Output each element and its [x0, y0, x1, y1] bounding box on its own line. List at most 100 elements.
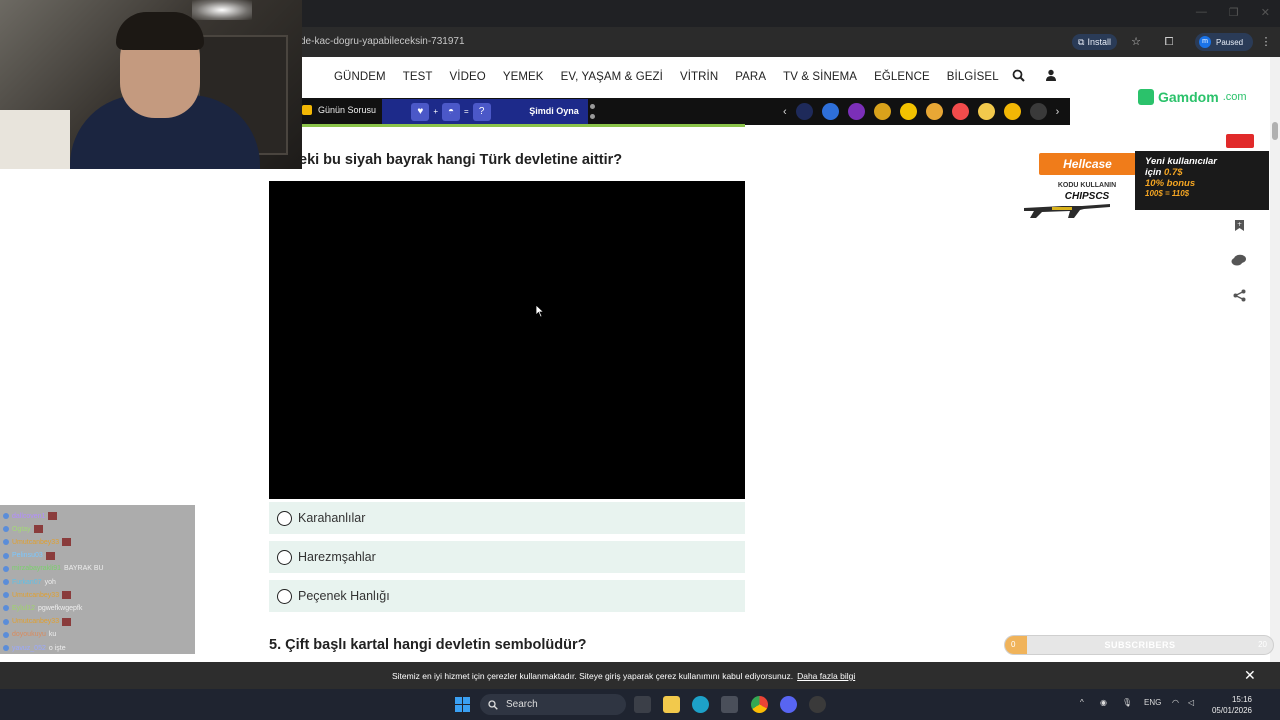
lightbulb-icon [302, 105, 312, 115]
reaction-emoji-icon[interactable] [795, 103, 813, 120]
chat-emote-icon [62, 591, 72, 600]
user-icon[interactable] [1045, 69, 1057, 84]
chat-message: mirzabayrakli91 BAYRAK BU [3, 563, 104, 575]
nav-item[interactable]: BİLGİSEL [947, 71, 999, 83]
file-explorer-icon[interactable] [663, 696, 680, 713]
edge-icon[interactable] [692, 696, 709, 713]
close-icon[interactable]: ✕ [1244, 667, 1256, 684]
reaction-emoji-icon[interactable] [1003, 103, 1021, 120]
url-field[interactable]: de-kac-dogru-yapabileceksin-731971 [300, 36, 465, 47]
question-of-day-label: Günün Sorusu [318, 105, 377, 115]
chevron-left-icon[interactable]: ‹ [783, 106, 787, 118]
share-icon[interactable] [1228, 287, 1250, 309]
page-scrollbar[interactable] [1270, 57, 1280, 662]
radio-button[interactable] [277, 588, 292, 604]
nav-item[interactable]: TV & SİNEMA [783, 71, 857, 83]
chevron-right-icon[interactable]: › [1056, 106, 1060, 118]
volume-icon[interactable]: ◁ [1188, 698, 1194, 707]
chat-emote-icon [33, 525, 43, 534]
profile-avatar: m [1199, 36, 1211, 48]
browser-menu-icon[interactable]: ⋮ [1258, 34, 1274, 50]
bookmark-star-icon[interactable]: ☆ [1128, 34, 1144, 50]
nav-item[interactable]: GÜNDEM [334, 71, 386, 83]
radio-button[interactable] [277, 549, 292, 565]
webcam-overlay [0, 0, 302, 169]
subscriber-count: 0 [1011, 640, 1016, 649]
task-view-icon[interactable] [634, 696, 651, 713]
chrome-icon[interactable] [751, 696, 768, 713]
nav-item[interactable]: VİTRİN [680, 71, 718, 83]
reaction-emoji-icon[interactable] [951, 103, 969, 120]
install-icon: ⧉ [1078, 36, 1085, 47]
emoji-quiz-teaser[interactable]: ♥ + ◓ = ? [382, 99, 520, 124]
svg-text:+: + [1236, 221, 1241, 228]
wifi-icon[interactable]: ◠ [1172, 698, 1179, 707]
nav-item[interactable]: VİDEO [450, 71, 486, 83]
reaction-emoji-icon[interactable] [1029, 103, 1047, 120]
chat-emote-icon [62, 538, 72, 547]
restore-icon[interactable]: ❐ [1229, 6, 1239, 19]
gamdom-sponsor-logo: Gamdom .com [1134, 84, 1266, 110]
answer-label: Karahanlılar [298, 511, 366, 525]
question-of-day-link[interactable]: Günün Sorusu [302, 105, 376, 115]
chat-badge-icon [3, 645, 9, 651]
chat-username: Eylul12 [12, 604, 35, 612]
cookie-more-link[interactable]: Daha fazla bilgi [797, 671, 855, 681]
language-indicator[interactable]: ENG [1144, 698, 1161, 707]
promo-line-3: 10% bonus [1145, 178, 1196, 189]
reaction-emoji-icon[interactable] [821, 103, 839, 120]
taskbar-search[interactable]: Search [480, 694, 626, 715]
microphone-icon[interactable]: 🎙 [1122, 698, 1132, 707]
chat-message: Furkan07 yoh [3, 576, 56, 588]
tray-discord-icon[interactable]: ◉ [1100, 698, 1107, 707]
play-now-button[interactable]: Şimdi Oyna [520, 99, 588, 124]
chat-username: Pelinsu03 [12, 552, 43, 560]
chat-username: Umutcanbey33 [12, 591, 60, 599]
scrollbar-thumb[interactable] [1272, 122, 1278, 140]
rifle-icon [1024, 204, 1110, 218]
subscriber-goal-bar: SUBSCRIBERS 0 20 [1004, 635, 1274, 655]
comment-icon[interactable] [1228, 252, 1250, 274]
answer-option[interactable]: Karahanlılar [269, 502, 745, 534]
reaction-emoji-icon[interactable] [847, 103, 865, 120]
windows-start-icon[interactable] [455, 697, 470, 712]
minimize-icon[interactable]: — [1196, 6, 1207, 19]
radio-button[interactable] [277, 510, 292, 526]
taskbar-clock[interactable]: 15:16 05/01/2026 [1208, 694, 1252, 716]
nav-item[interactable]: EĞLENCE [874, 71, 930, 83]
nav-item[interactable]: TEST [403, 71, 433, 83]
answer-option[interactable]: Peçenek Hanlığı [269, 580, 745, 612]
chat-text: pgwefkwgepfk [37, 604, 83, 612]
profile-status: Paused [1216, 37, 1244, 47]
install-app-button[interactable]: ⧉ Install [1072, 34, 1117, 50]
tray-overflow-icon[interactable]: ^ [1080, 698, 1084, 707]
reaction-emoji-icon[interactable] [977, 103, 995, 120]
windows-taskbar: Search ^ ◉ 🎙 ENG ◠ ◁ 15:16 05/01/2026 [0, 689, 1280, 720]
promo-line-1: Yeni kullanıcılar [1145, 156, 1217, 167]
discord-icon[interactable] [780, 696, 797, 713]
reaction-emoji-icon[interactable] [899, 103, 917, 120]
bookmark-icon[interactable]: + [1228, 217, 1250, 239]
promo-line-2-prefix: için [1145, 167, 1162, 178]
nav-item[interactable]: EV, YAŞAM & GEZİ [561, 71, 663, 83]
chat-username: dallcoven1 [12, 512, 46, 520]
store-icon[interactable] [721, 696, 738, 713]
subscriber-goal: 20 [1258, 640, 1267, 649]
gamdom-logo-icon [1138, 89, 1154, 105]
search-icon[interactable] [1012, 69, 1025, 85]
profile-button[interactable]: m Paused [1195, 33, 1253, 51]
chat-badge-icon [3, 565, 9, 572]
extensions-icon[interactable]: ⧠ [1161, 34, 1177, 50]
chat-emote-icon [48, 512, 58, 520]
reaction-emoji-icon[interactable] [925, 103, 943, 120]
nav-item[interactable]: YEMEK [503, 71, 544, 83]
answer-label: Peçenek Hanlığı [298, 589, 390, 603]
obs-icon[interactable] [809, 696, 826, 713]
chat-message: Umutcanbey33 [3, 589, 72, 601]
carousel-dots[interactable] [590, 104, 595, 124]
nav-item[interactable]: PARA [735, 71, 766, 83]
reaction-emoji-icon[interactable] [873, 103, 891, 120]
answer-option[interactable]: Harezmşahlar [269, 541, 745, 573]
close-window-icon[interactable]: ✕ [1261, 6, 1270, 19]
chat-username: mirzabayrakli91 [12, 565, 62, 573]
